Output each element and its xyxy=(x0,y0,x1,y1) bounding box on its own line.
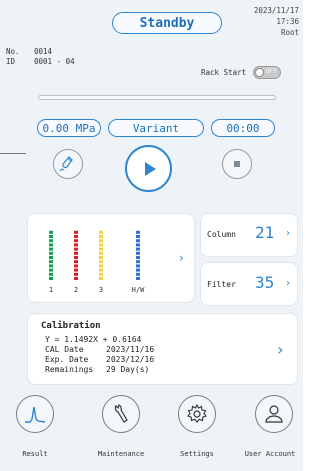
column-label: Column xyxy=(207,230,236,239)
start-button[interactable] xyxy=(125,145,172,192)
chevron-right-icon: › xyxy=(284,228,291,239)
timer-text: 00:00 xyxy=(226,121,260,135)
reagent-bar-1 xyxy=(49,230,53,280)
calibration-card[interactable]: Calibration Y = 1.1492X + 0.6164 CAL Dat… xyxy=(27,313,298,385)
remaining-value: 29 Day(s) xyxy=(106,365,150,374)
user-icon xyxy=(265,405,283,423)
pressure-text: 0.00 MPa xyxy=(42,121,96,135)
exp-date-label: Exp. Date xyxy=(45,355,89,364)
column-value: 21 xyxy=(255,223,275,242)
reagent-label-2: 2 xyxy=(74,286,78,294)
sample-no-label: No. xyxy=(6,47,20,56)
reagent-bar-2 xyxy=(74,230,78,280)
mode-readout[interactable]: Variant xyxy=(108,119,204,137)
exp-date-value: 2023/12/16 xyxy=(106,355,155,364)
screen: Standby 2023/11/17 17:36 Root No. 0014 I… xyxy=(0,0,303,471)
sample-id-label: ID xyxy=(6,57,16,66)
rack-start-toggle[interactable]: OFF xyxy=(253,66,281,79)
reagent-bar-3 xyxy=(99,230,103,280)
run-progress-bar xyxy=(38,95,276,100)
chevron-right-icon: › xyxy=(284,278,291,289)
user-account-button[interactable] xyxy=(255,395,293,433)
filter-card[interactable]: Filter 35 › xyxy=(200,262,298,306)
wrench-icon xyxy=(114,404,128,423)
calibration-title: Calibration xyxy=(41,321,101,331)
play-icon xyxy=(144,161,156,176)
settings-button[interactable] xyxy=(178,395,216,433)
cal-date-label: CAL Date xyxy=(45,345,84,354)
chevron-right-icon: › xyxy=(275,340,285,359)
stop-icon xyxy=(234,161,240,167)
user-label: Root xyxy=(280,28,299,37)
column-card[interactable]: Column 21 › xyxy=(200,213,298,257)
user-account-label[interactable]: User Account xyxy=(237,450,303,458)
stop-button[interactable] xyxy=(222,149,252,179)
filter-value: 35 xyxy=(255,273,275,292)
time-label: 17:36 xyxy=(276,17,299,26)
reagent-label-4: H/W xyxy=(132,286,145,294)
sample-injection-button[interactable] xyxy=(53,149,83,179)
maintenance-button[interactable] xyxy=(102,395,140,433)
status-indicator: Standby xyxy=(112,12,222,34)
divider xyxy=(0,153,26,154)
timer-readout: 00:00 xyxy=(211,119,275,137)
gear-icon xyxy=(187,403,207,423)
mode-text: Variant xyxy=(132,121,180,135)
toggle-knob xyxy=(255,68,264,77)
rack-start-label: Rack Start xyxy=(201,68,247,77)
sample-no-value: 0014 xyxy=(34,47,53,56)
date-label: 2023/11/17 xyxy=(253,6,299,15)
reagent-levels: 1 2 3 H/W xyxy=(49,230,145,294)
chevron-right-icon: › xyxy=(177,251,185,265)
reagent-label-1: 1 xyxy=(49,286,53,294)
test-tube-icon xyxy=(59,156,73,172)
cal-date-value: 2023/11/16 xyxy=(106,345,155,354)
toggle-state-text: OFF xyxy=(266,68,277,75)
sample-id-value: 0001 - 04 xyxy=(34,57,75,66)
maintenance-label[interactable]: Maintenance xyxy=(86,450,156,458)
filter-label: Filter xyxy=(207,280,236,289)
pressure-readout: 0.00 MPa xyxy=(37,119,101,137)
result-button[interactable] xyxy=(16,395,54,433)
remaining-label: Remainings xyxy=(45,365,94,374)
reagent-bar-4 xyxy=(136,230,140,280)
chart-peak-icon xyxy=(25,406,46,423)
reagent-card[interactable]: 1 2 3 H/W › xyxy=(27,213,195,303)
status-text: Standby xyxy=(139,15,195,31)
settings-label[interactable]: Settings xyxy=(162,450,232,458)
reagent-label-3: 3 xyxy=(99,286,103,294)
result-label[interactable]: Result xyxy=(0,450,70,458)
calibration-equation: Y = 1.1492X + 0.6164 xyxy=(45,335,142,344)
